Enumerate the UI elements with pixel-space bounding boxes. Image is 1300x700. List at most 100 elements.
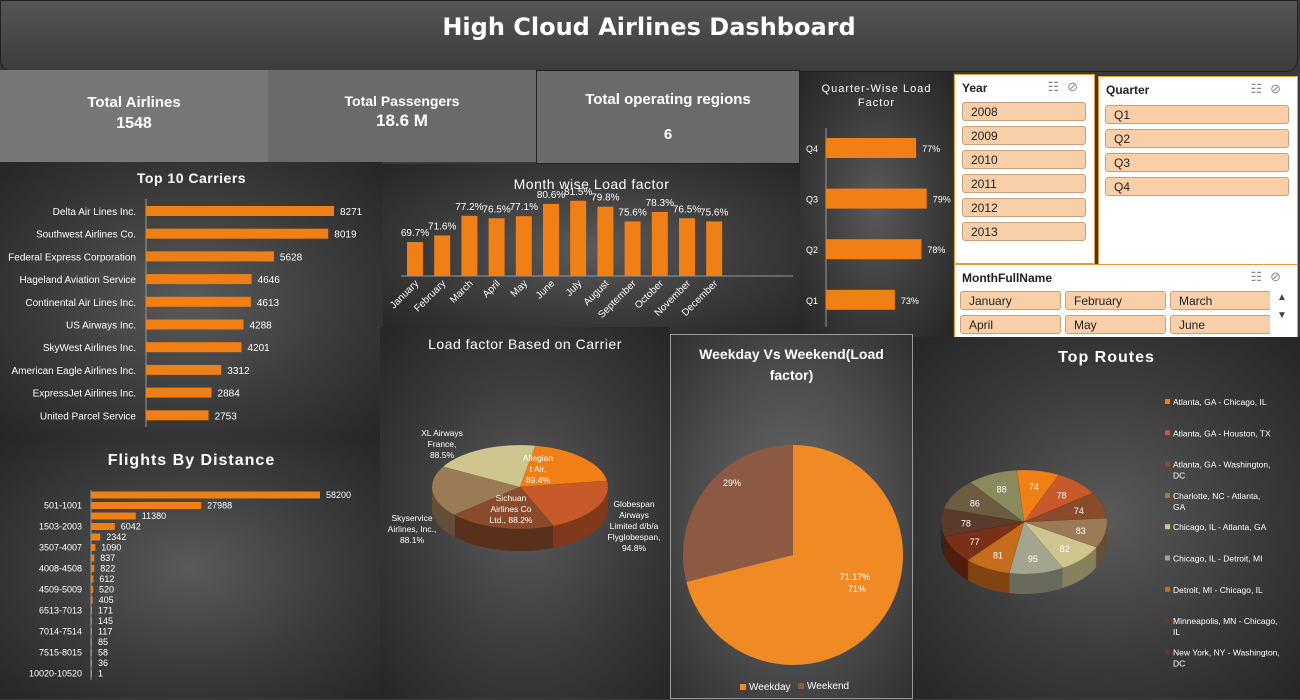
kpi-value: 6 (663, 126, 673, 143)
scroll-down-icon[interactable]: ▼ (1273, 307, 1291, 325)
legend-label: Atlanta, GA - Washington, (1173, 460, 1270, 470)
slicer-title: Quarter (1106, 83, 1150, 97)
slicer-item-2010[interactable]: 2010 (962, 150, 1086, 169)
bar (146, 319, 244, 330)
slice-label: 78 (1057, 490, 1067, 500)
legend-swatch (1165, 555, 1170, 561)
data-label: 75.6% (618, 207, 646, 218)
slicer-item-q4[interactable]: Q4 (1105, 177, 1289, 196)
flights-distance-chart: 58200 27988 501-1001 113806042 1503-2003 2342… (29, 490, 351, 680)
slice-label: Limited d/b/a (610, 521, 659, 531)
category-label: Q3 (806, 195, 818, 205)
data-label: 71.6% (428, 221, 456, 232)
bar (91, 575, 94, 583)
data-label: 77% (922, 144, 940, 154)
data-label: 4201 (247, 343, 270, 354)
bar (651, 211, 668, 276)
quarter-load-panel: Quarter-Wise Load Factor Q4 77% Q3 79% Q2 78%… (800, 72, 953, 337)
legend-swatch (1165, 399, 1170, 404)
legend-label: Charlotte, NC - Atlanta, (1173, 491, 1260, 501)
slice-label: 88 (997, 484, 1007, 494)
category-label: May (509, 278, 530, 299)
clear-filter-icon[interactable]: ⊘ (1067, 79, 1086, 94)
clear-filter-icon[interactable]: ⊘ (1270, 269, 1289, 284)
slice-label: Allegian (523, 453, 554, 463)
clear-filter-icon[interactable]: ⊘ (1270, 81, 1289, 96)
bar (91, 659, 92, 667)
slice-label: 83 (1076, 526, 1086, 536)
carrier-load-panel: Load factor Based on Carrier Allegian t A… (380, 327, 670, 699)
slicer-item-june[interactable]: June (1170, 315, 1270, 334)
bar (407, 242, 423, 276)
data-label: 75.6% (700, 207, 728, 218)
slicer-item-march[interactable]: March (1170, 291, 1270, 310)
dashboard-header: High Cloud Airlines Dashboard (0, 0, 1298, 72)
quarter-load-chart: Q4 77% Q3 79% Q2 78% Q1 73% (806, 128, 951, 327)
bar (91, 649, 92, 656)
bar (488, 218, 505, 276)
data-label: 78% (927, 245, 945, 255)
multi-select-icon[interactable]: ☷ (1047, 79, 1067, 94)
slicer-item-january[interactable]: January (960, 291, 1061, 310)
bar (91, 565, 95, 572)
slicer-item-2008[interactable]: 2008 (962, 102, 1086, 121)
slice-label: 88.1% (400, 535, 425, 545)
bar (826, 239, 922, 260)
slicer-item-2012[interactable]: 2012 (962, 198, 1086, 217)
bar (146, 364, 222, 375)
data-label: 80.6% (537, 190, 565, 201)
category-label: July (564, 278, 584, 298)
top-routes-pie-chart: 74 78 74 83 82 95 81 77 78 86 88 Atlanta, GA - Chic… (940, 397, 1280, 668)
slicer-item-may[interactable]: May (1065, 315, 1166, 334)
legend-label: IL (1173, 627, 1180, 637)
slicer-item-2009[interactable]: 2009 (962, 126, 1086, 145)
slicer-item-q2[interactable]: Q2 (1105, 129, 1289, 148)
slice-label: 95 (1028, 554, 1038, 564)
category-label: Delta Air Lines Inc. (53, 207, 136, 218)
slicer-item-2011[interactable]: 2011 (962, 174, 1086, 193)
data-label: 6042 (121, 522, 141, 532)
slice-label: 86 (970, 499, 980, 509)
slice-label: 82 (1060, 544, 1070, 554)
bar (91, 512, 136, 520)
slicer-item-q1[interactable]: Q1 (1105, 105, 1289, 124)
slice-label: 78 (961, 518, 971, 528)
slicer-item-february[interactable]: February (1065, 291, 1166, 310)
data-label: 8019 (334, 230, 357, 241)
slicer-toolbar: ☷⊘ (1047, 79, 1086, 95)
data-label: 77.1% (510, 202, 538, 213)
slicer-item-2013[interactable]: 2013 (962, 222, 1086, 241)
data-label: 79.8% (591, 193, 619, 204)
data-label: 8271 (340, 207, 363, 218)
scroll-up-icon[interactable]: ▲ (1273, 289, 1291, 307)
data-label: 76.5% (482, 204, 510, 215)
slicer-toolbar: ☷⊘ (1250, 81, 1289, 97)
carrier-load-pie-chart: Allegiant Air,89.4% SichuanAirlines CoLtd… (388, 428, 661, 553)
slice-label: 77 (970, 537, 980, 547)
data-label: 5628 (280, 252, 303, 263)
legend-label: DC (1173, 658, 1185, 668)
bar (679, 218, 695, 276)
legend-label: DC (1173, 471, 1185, 481)
bar (597, 206, 614, 276)
bar (826, 188, 927, 209)
bar (826, 289, 895, 310)
category-label: Continental Air Lines Inc. (25, 298, 136, 309)
slice-label: 94.8% (622, 543, 647, 553)
slice-label: 71.17% (840, 572, 871, 582)
bar (91, 670, 92, 677)
category-label: United Parcel Service (40, 411, 137, 422)
slicer-scrollbar[interactable]: ▲ ▼ (1273, 289, 1291, 333)
category-label: Southwest Airlines Co. (36, 230, 136, 241)
legend-label: GA (1173, 502, 1186, 512)
slice-label: Sichuan (496, 493, 527, 503)
year-slicer: Year ☷⊘ 2008 2009 2010 2011 2012 2013 (954, 74, 1095, 264)
data-label: 4288 (249, 321, 272, 332)
weekday-weekend-pie-chart: 29% 71.17% 71% Weekday Weekend (683, 445, 903, 693)
kpi-value: 18.6 M (376, 111, 428, 130)
bar (91, 544, 96, 551)
multi-select-icon[interactable]: ☷ (1250, 81, 1270, 96)
data-label: 81.5% (564, 187, 592, 198)
slicer-item-april[interactable]: April (960, 315, 1061, 334)
slicer-item-q3[interactable]: Q3 (1105, 153, 1289, 172)
